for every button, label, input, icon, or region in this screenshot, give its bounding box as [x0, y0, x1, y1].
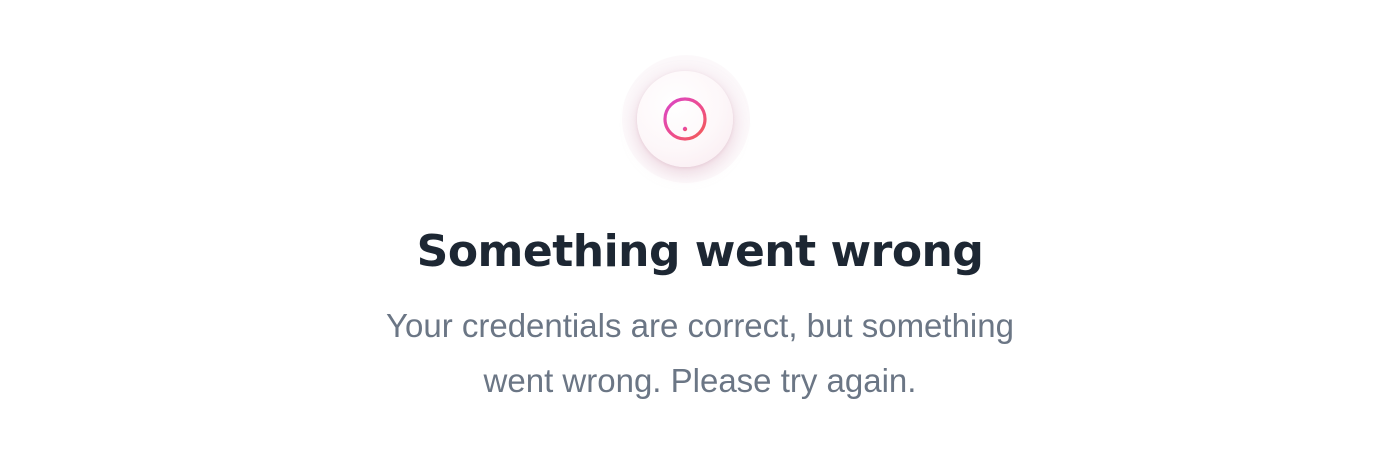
error-title: Something went wrong — [416, 226, 984, 277]
error-message-line-1: Your credentials are correct, but someth… — [386, 307, 1014, 344]
error-page: Something went wrong Your credentials ar… — [0, 0, 1400, 450]
icon-badge — [637, 71, 733, 167]
alert-circle-icon — [663, 97, 707, 141]
error-message-line-2: went wrong. Please try again. — [483, 362, 917, 399]
error-message: Your credentials are correct, but someth… — [300, 298, 1100, 408]
